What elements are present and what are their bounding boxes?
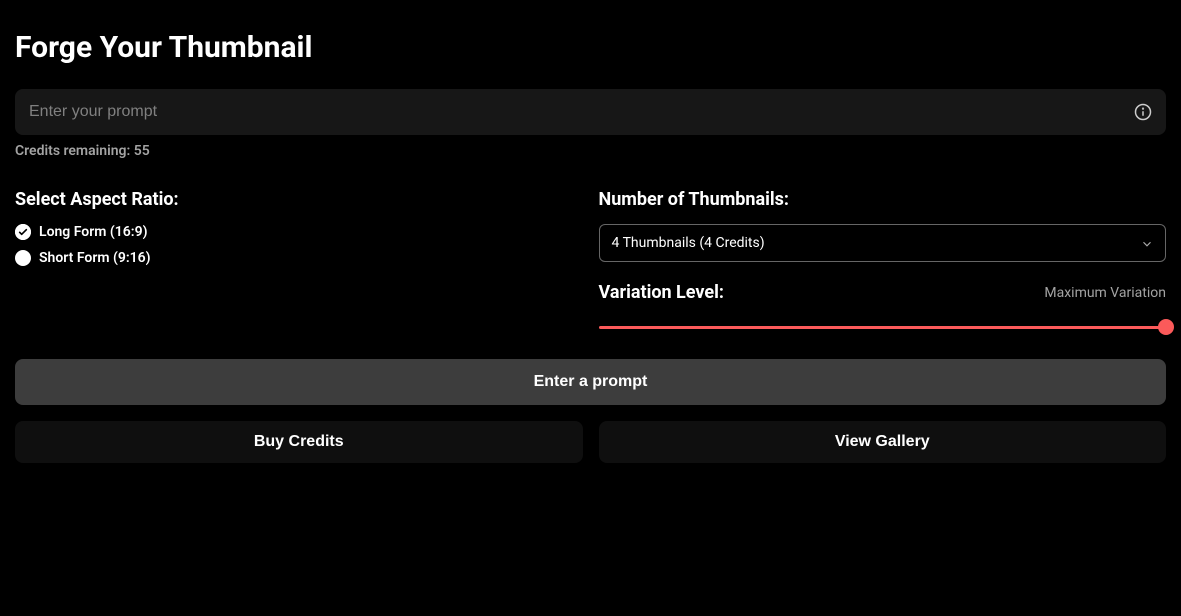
aspect-option-label: Short Form (9:16) [39,250,151,266]
variation-label: Variation Level: [599,282,724,303]
slider-thumb[interactable] [1158,319,1174,335]
credits-remaining: Credits remaining: 55 [15,143,1166,159]
prompt-input[interactable] [15,89,1166,135]
thumbnail-count-label: Number of Thumbnails: [599,189,1167,210]
radio-selected-icon [15,224,31,240]
view-gallery-button[interactable]: View Gallery [599,421,1167,463]
aspect-ratio-section: Select Aspect Ratio: Long Form (16:9) Sh… [15,189,583,335]
variation-header: Variation Level: Maximum Variation [599,282,1167,303]
variation-value: Maximum Variation [1044,285,1166,301]
secondary-button-row: Buy Credits View Gallery [15,421,1166,463]
aspect-option-short-form[interactable]: Short Form (9:16) [15,250,583,266]
thumbnail-count-section: Number of Thumbnails: 4 Thumbnails (4 Cr… [599,189,1167,335]
radio-unselected-icon [15,250,31,266]
slider-track [599,326,1167,329]
prompt-row [15,89,1166,135]
aspect-option-label: Long Form (16:9) [39,224,148,240]
buy-credits-button[interactable]: Buy Credits [15,421,583,463]
page-title: Forge Your Thumbnail [15,30,1166,65]
aspect-ratio-label: Select Aspect Ratio: [15,189,583,210]
info-icon[interactable] [1134,103,1152,121]
variation-slider[interactable] [599,319,1167,335]
thumbnail-count-select[interactable]: 4 Thumbnails (4 Credits) [599,224,1167,262]
aspect-option-long-form[interactable]: Long Form (16:9) [15,224,583,240]
generate-button[interactable]: Enter a prompt [15,359,1166,405]
thumbnail-count-select-wrap: 4 Thumbnails (4 Credits) [599,224,1167,262]
options-columns: Select Aspect Ratio: Long Form (16:9) Sh… [15,189,1166,335]
